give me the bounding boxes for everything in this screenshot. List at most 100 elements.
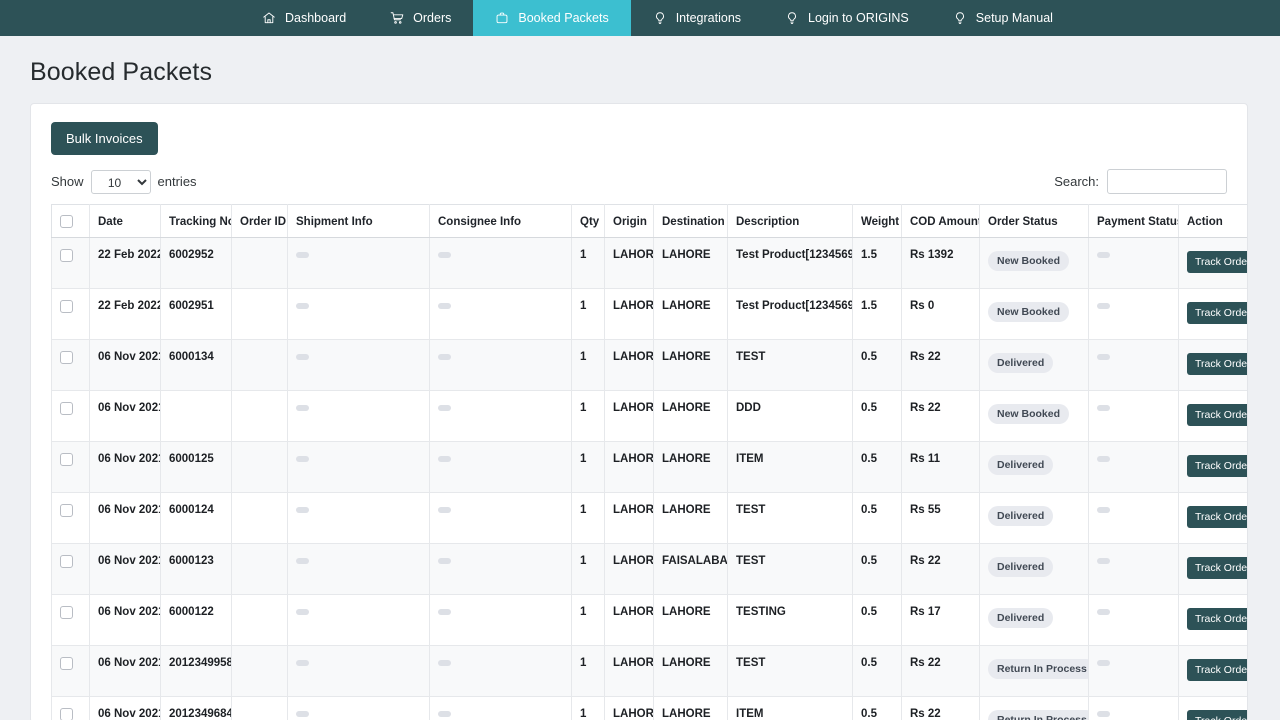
column-header-destination: Destination — [653, 204, 728, 238]
row-checkbox[interactable] — [60, 249, 73, 262]
row-checkbox[interactable] — [60, 402, 73, 415]
cell-shipment-info — [287, 696, 430, 720]
row-select-cell — [51, 339, 90, 391]
cell-origin: LAHORE — [604, 594, 654, 646]
row-checkbox[interactable] — [60, 657, 73, 670]
track-order-button[interactable]: Track Order — [1187, 353, 1247, 375]
cell-origin: LAHORE — [604, 543, 654, 595]
cell-qty: 1 — [571, 645, 605, 697]
nav-item-dashboard[interactable]: Dashboard — [240, 0, 368, 36]
cell-date: 06 Nov 2021 — [89, 696, 161, 720]
cell-order-status: Delivered — [979, 594, 1089, 646]
cell-cod-amount: Rs 22 — [901, 543, 980, 595]
cell-destination: FAISALABAD — [653, 543, 728, 595]
track-order-button[interactable]: Track Order — [1187, 506, 1247, 528]
cell-date: 06 Nov 2021 — [89, 543, 161, 595]
cell-origin: LAHORE — [604, 696, 654, 720]
cell-weight: 0.5 — [852, 543, 902, 595]
cell-order-status: New Booked — [979, 390, 1089, 442]
track-order-button[interactable]: Track Order — [1187, 302, 1247, 324]
cell-weight: 0.5 — [852, 696, 902, 720]
consignee-info-placeholder — [438, 507, 451, 513]
track-order-button[interactable]: Track Order — [1187, 608, 1247, 630]
row-checkbox[interactable] — [60, 351, 73, 364]
cell-tracking-no: 6000124 — [160, 492, 232, 544]
cell-action: Track Order — [1178, 237, 1247, 289]
nav-item-label: Booked Packets — [518, 10, 609, 25]
table-row: 06 Nov 20216000123 1LAHOREFAISALABADTEST0… — [51, 543, 1247, 595]
payment-status-placeholder — [1097, 507, 1110, 513]
status-badge: Return In Process — [988, 710, 1088, 720]
shipment-info-placeholder — [296, 354, 309, 360]
nav-item-login-to-origins[interactable]: Login to ORIGINS — [763, 0, 931, 36]
nav-item-label: Dashboard — [285, 10, 347, 25]
cell-shipment-info — [287, 645, 430, 697]
cell-tracking-no: 6000123 — [160, 543, 232, 595]
nav-item-booked-packets[interactable]: Booked Packets — [473, 0, 631, 36]
nav-item-orders[interactable]: Orders — [368, 0, 473, 36]
nav-item-label: Login to ORIGINS — [808, 10, 909, 25]
shipment-info-placeholder — [296, 609, 309, 615]
cell-qty: 1 — [571, 390, 605, 442]
cell-date: 06 Nov 2021 — [89, 441, 161, 493]
cell-consignee-info — [429, 288, 572, 340]
cell-destination: LAHORE — [653, 288, 728, 340]
table-row: 06 Nov 202160001251LAHORELAHOREITEM0.5Rs… — [51, 441, 1247, 493]
entries-select[interactable]: 102550100 — [90, 169, 151, 194]
cell-origin: LAHORE — [604, 237, 654, 289]
cell-cod-amount: Rs 22 — [901, 390, 980, 442]
row-checkbox[interactable] — [60, 708, 73, 720]
cell-payment-status — [1088, 645, 1179, 697]
track-order-button[interactable]: Track Order — [1187, 455, 1247, 477]
payment-status-placeholder — [1097, 711, 1110, 717]
home-icon — [262, 11, 276, 25]
column-header-order-id: Order ID — [231, 204, 288, 238]
column-header-action: Action — [1178, 204, 1247, 238]
cell-tracking-no: 6000125 — [160, 441, 232, 493]
cell-description: TESTING — [727, 594, 853, 646]
cell-qty: 1 — [571, 339, 605, 391]
shipment-info-placeholder — [296, 456, 309, 462]
cell-shipment-info — [287, 390, 430, 442]
track-order-button[interactable]: Track Order — [1187, 659, 1247, 681]
page-title: Booked Packets — [30, 58, 213, 86]
cell-tracking-no: 6000134 — [160, 339, 232, 391]
bulb-icon — [653, 11, 667, 25]
cell-action: Track Order — [1178, 288, 1247, 340]
column-header-shipment-info: Shipment Info — [287, 204, 430, 238]
cell-order-status: New Booked — [979, 288, 1089, 340]
search-input[interactable] — [1107, 169, 1227, 194]
row-checkbox[interactable] — [60, 300, 73, 313]
shipment-info-placeholder — [296, 405, 309, 411]
track-order-button[interactable]: Track Order — [1187, 710, 1247, 720]
payment-status-placeholder — [1097, 303, 1110, 309]
cell-action: Track Order — [1178, 696, 1247, 720]
track-order-button[interactable]: Track Order — [1187, 404, 1247, 426]
cell-consignee-info — [429, 237, 572, 289]
bulk-invoices-button[interactable]: Bulk Invoices — [51, 122, 158, 155]
table-row: 06 Nov 20211LAHORELAHOREDDD0.5Rs 22New B… — [51, 390, 1247, 442]
select-all-checkbox[interactable] — [60, 215, 73, 228]
row-checkbox[interactable] — [60, 504, 73, 517]
row-checkbox[interactable] — [60, 453, 73, 466]
cell-weight: 0.5 — [852, 645, 902, 697]
row-select-cell — [51, 492, 90, 544]
track-order-button[interactable]: Track Order — [1187, 557, 1247, 579]
top-navbar: Dashboard Orders Booked Packets Integration… — [0, 0, 1280, 36]
payment-status-placeholder — [1097, 558, 1110, 564]
cell-date: 06 Nov 2021 — [89, 339, 161, 391]
cell-date: 06 Nov 2021 — [89, 492, 161, 544]
status-badge: Delivered — [988, 353, 1054, 373]
row-checkbox[interactable] — [60, 606, 73, 619]
nav-item-label: Integrations — [675, 10, 742, 25]
column-header-description: Description — [727, 204, 853, 238]
track-order-button[interactable]: Track Order — [1187, 251, 1247, 273]
cell-action: Track Order — [1178, 543, 1247, 595]
row-checkbox[interactable] — [60, 555, 73, 568]
nav-item-setup-manual[interactable]: Setup Manual — [931, 0, 1075, 36]
cell-cod-amount: Rs 22 — [901, 339, 980, 391]
cell-payment-status — [1088, 492, 1179, 544]
cell-consignee-info — [429, 441, 572, 493]
column-header-cod-amount: COD Amount — [901, 204, 980, 238]
nav-item-integrations[interactable]: Integrations — [631, 0, 763, 36]
